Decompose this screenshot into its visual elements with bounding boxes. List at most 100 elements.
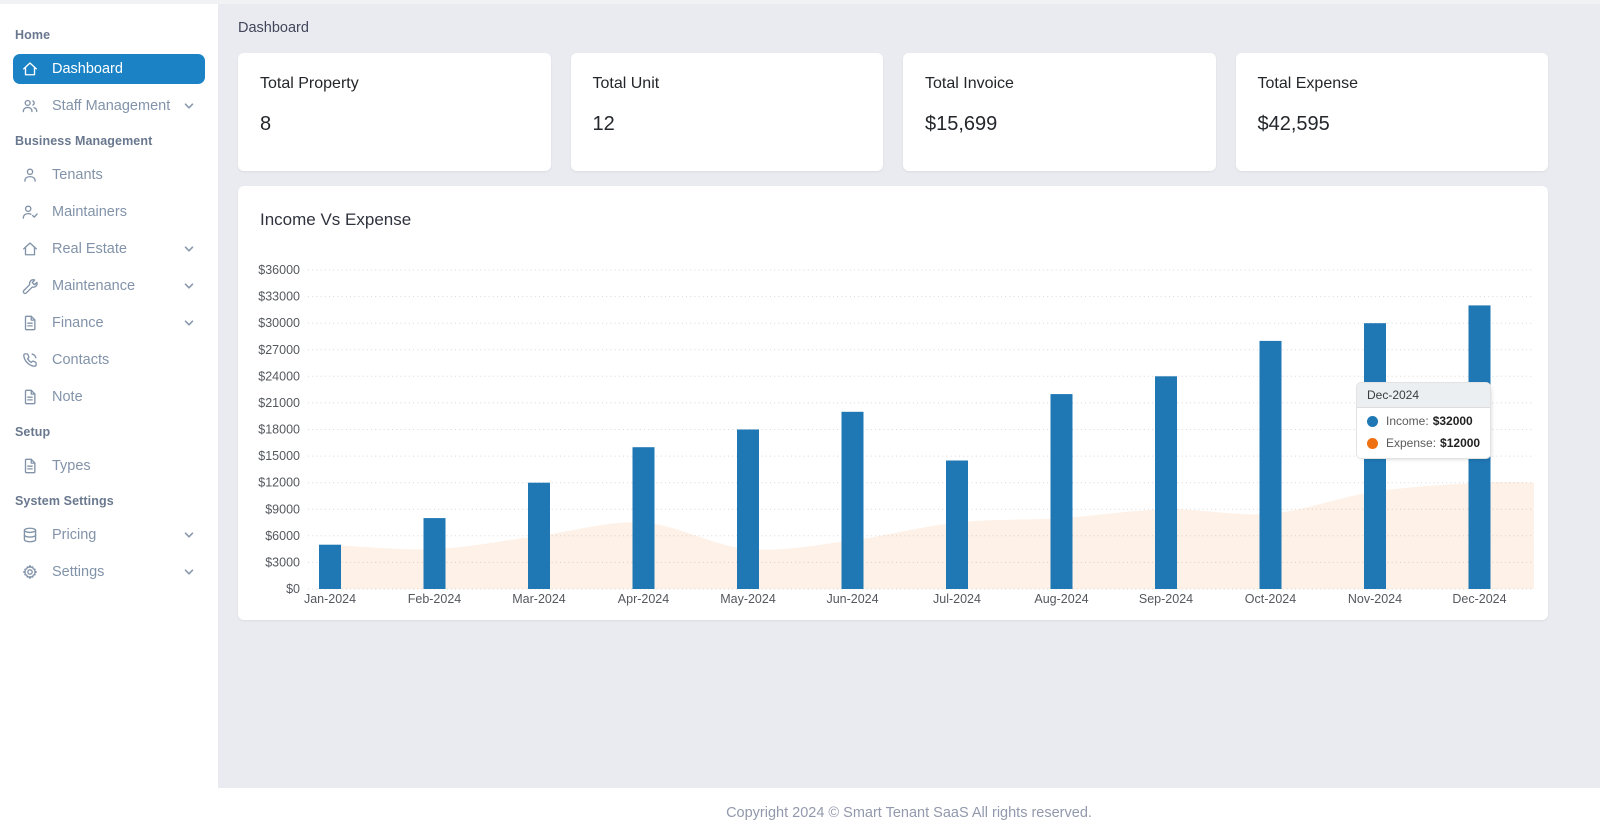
x-axis-tick-label: Jun-2024 [826, 592, 878, 606]
tooltip-expense-value: $12000 [1440, 436, 1480, 450]
breadcrumb: Dashboard [238, 20, 1548, 36]
x-axis-tick-label: Mar-2024 [512, 592, 566, 606]
chart-title: Income Vs Expense [260, 210, 1548, 230]
stat-card-title: Total Unit [593, 75, 862, 93]
y-axis-tick-label: $15000 [258, 449, 300, 463]
income-bar-Jun-2024[interactable] [842, 412, 864, 589]
stat-card-total-expense: Total Expense $42,595 [1236, 53, 1549, 171]
y-axis-tick-label: $6000 [265, 529, 300, 543]
stat-card-value: $15,699 [925, 113, 1194, 136]
sidebar-item-pricing[interactable]: Pricing [13, 520, 205, 550]
chevron-down-icon [183, 529, 195, 541]
sidebar-item-real-estate[interactable]: Real Estate [13, 234, 205, 264]
sidebar-item-staff-management[interactable]: Staff Management [13, 91, 205, 121]
income-bar-Jan-2024[interactable] [319, 545, 341, 589]
tooltip-row-expense: Expense: $12000 [1357, 430, 1490, 458]
sidebar-item-label: Types [52, 458, 197, 474]
sidebar-section-setup: Setup [15, 425, 203, 439]
income-bar-Aug-2024[interactable] [1051, 394, 1073, 589]
income-bar-Oct-2024[interactable] [1260, 341, 1282, 589]
file-icon [21, 457, 39, 475]
sidebar-item-types[interactable]: Types [13, 451, 205, 481]
x-axis-tick-label: Nov-2024 [1348, 592, 1402, 606]
chevron-down-icon [183, 100, 195, 112]
stat-card-value: $42,595 [1258, 113, 1527, 136]
sidebar-item-maintainers[interactable]: Maintainers [13, 197, 205, 227]
stat-card-total-property: Total Property 8 [238, 53, 551, 171]
sidebar-item-maintenance[interactable]: Maintenance [13, 271, 205, 301]
stat-card-value: 12 [593, 113, 862, 136]
y-axis-tick-label: $33000 [258, 290, 300, 304]
file-icon [21, 388, 39, 406]
sidebar-item-label: Maintenance [52, 278, 183, 294]
income-bar-Feb-2024[interactable] [424, 518, 446, 589]
y-axis-tick-label: $24000 [258, 369, 300, 383]
income-series-dot-icon [1367, 416, 1378, 427]
income-vs-expense-card: Income Vs Expense $36000$33000$30000$270… [238, 186, 1548, 620]
chevron-down-icon [183, 317, 195, 329]
y-axis-tick-label: $9000 [265, 502, 300, 516]
sidebar-item-label: Finance [52, 315, 183, 331]
tooltip-income-value: $32000 [1433, 414, 1473, 428]
sidebar-item-contacts[interactable]: Contacts [13, 345, 205, 375]
home-icon [21, 60, 39, 78]
stats-row: Total Property 8 Total Unit 12 Total Invoice… [238, 53, 1548, 171]
gear-icon [21, 563, 39, 581]
sidebar-section-system-settings: System Settings [15, 494, 203, 508]
sidebar-item-label: Pricing [52, 527, 183, 543]
copyright-text: Copyright 2024 © Smart Tenant SaaS All r… [726, 805, 1092, 821]
y-axis-tick-label: $30000 [258, 316, 300, 330]
database-icon [21, 526, 39, 544]
sidebar-item-note[interactable]: Note [13, 382, 205, 412]
phone-icon [21, 351, 39, 369]
stat-card-title: Total Property [260, 75, 529, 93]
income-bar-Apr-2024[interactable] [633, 447, 655, 589]
sidebar-item-label: Maintainers [52, 204, 197, 220]
sidebar-item-label: Settings [52, 564, 183, 580]
chart-tooltip: Dec-2024 Income: $32000 Expense: $12000 [1356, 382, 1491, 459]
chevron-down-icon [183, 566, 195, 578]
x-axis-tick-label: Aug-2024 [1034, 592, 1088, 606]
sidebar-item-label: Real Estate [52, 241, 183, 257]
user-icon [21, 166, 39, 184]
wrench-icon [21, 277, 39, 295]
sidebar-item-dashboard[interactable]: Dashboard [13, 54, 205, 84]
x-axis-tick-label: May-2024 [720, 592, 776, 606]
x-axis-tick-label: Dec-2024 [1452, 592, 1506, 606]
stat-card-title: Total Invoice [925, 75, 1194, 93]
sidebar-item-tenants[interactable]: Tenants [13, 160, 205, 190]
user-check-icon [21, 203, 39, 221]
stat-card-total-unit: Total Unit 12 [571, 53, 884, 171]
y-axis-tick-label: $0 [286, 582, 300, 596]
stat-card-title: Total Expense [1258, 75, 1527, 93]
x-axis-tick-label: Jan-2024 [304, 592, 356, 606]
footer: Copyright 2024 © Smart Tenant SaaS All r… [218, 788, 1600, 837]
chevron-down-icon [183, 243, 195, 255]
x-axis-tick-label: Sep-2024 [1139, 592, 1193, 606]
sidebar-section-business-management: Business Management [15, 134, 203, 148]
x-axis-tick-label: Oct-2024 [1245, 592, 1296, 606]
sidebar-item-settings[interactable]: Settings [13, 557, 205, 587]
sidebar-item-label: Dashboard [52, 61, 197, 77]
sidebar-section-home: Home [15, 28, 203, 42]
sidebar-item-finance[interactable]: Finance [13, 308, 205, 338]
users-icon [21, 97, 39, 115]
stat-card-total-invoice: Total Invoice $15,699 [903, 53, 1216, 171]
sidebar-item-label: Contacts [52, 352, 197, 368]
tooltip-expense-label: Expense: [1386, 436, 1436, 450]
top-strip [0, 0, 1600, 4]
chevron-down-icon [183, 280, 195, 292]
income-bar-Mar-2024[interactable] [528, 483, 550, 589]
y-axis-tick-label: $12000 [258, 476, 300, 490]
income-bar-May-2024[interactable] [737, 430, 759, 590]
tooltip-income-label: Income: [1386, 414, 1429, 428]
y-axis-tick-label: $18000 [258, 423, 300, 437]
tooltip-row-income: Income: $32000 [1357, 408, 1490, 430]
income-vs-expense-chart: $36000$33000$30000$27000$24000$21000$180… [238, 242, 1548, 618]
income-bar-Jul-2024[interactable] [946, 461, 968, 590]
x-axis-tick-label: Apr-2024 [618, 592, 669, 606]
sidebar: Home Dashboard Staff Management Business Ma… [0, 4, 218, 837]
income-bar-Sep-2024[interactable] [1155, 376, 1177, 589]
stat-card-value: 8 [260, 113, 529, 136]
sidebar-item-label: Staff Management [52, 98, 183, 114]
